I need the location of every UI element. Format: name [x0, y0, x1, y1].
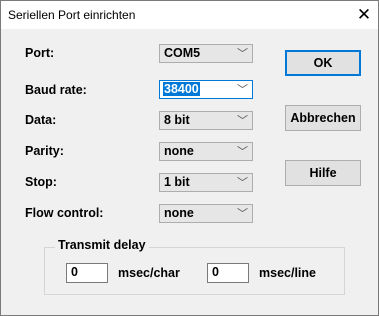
stop-bits-select[interactable]: 1 bit ﹀ — [159, 173, 253, 192]
chevron-down-icon: ﹀ — [237, 177, 248, 189]
chevron-down-icon: ﹀ — [237, 146, 248, 158]
data-bits-label: Data: — [25, 113, 57, 127]
baud-rate-value: 38400 — [163, 82, 200, 96]
stop-bits-label: Stop: — [25, 175, 57, 189]
serial-port-dialog: Seriellen Port einrichten ✕ Port: COM5 ﹀… — [0, 0, 379, 316]
parity-value: none — [164, 144, 194, 158]
title-bar: Seriellen Port einrichten ✕ — [1, 1, 378, 29]
msec-per-char-value: 0 — [71, 265, 78, 279]
chevron-down-icon: ﹀ — [237, 84, 248, 96]
port-select[interactable]: COM5 ﹀ — [159, 44, 253, 63]
data-bits-select[interactable]: 8 bit ﹀ — [159, 111, 253, 130]
msec-per-line-unit: msec/line — [259, 266, 316, 280]
port-value: COM5 — [164, 46, 201, 60]
flow-control-value: none — [164, 206, 194, 220]
parity-select[interactable]: none ﹀ — [159, 142, 253, 161]
port-label: Port: — [25, 46, 55, 60]
flow-control-label: Flow control: — [25, 206, 104, 220]
baud-rate-select[interactable]: 38400 ﹀ — [159, 80, 253, 99]
data-bits-value: 8 bit — [164, 113, 190, 127]
baud-rate-label: Baud rate: — [25, 83, 87, 97]
window-title: Seriellen Port einrichten — [8, 8, 136, 22]
chevron-down-icon: ﹀ — [237, 208, 248, 220]
cancel-button[interactable]: Abbrechen — [285, 105, 361, 131]
chevron-down-icon: ﹀ — [237, 48, 248, 60]
parity-label: Parity: — [25, 144, 64, 158]
msec-per-line-value: 0 — [212, 265, 219, 279]
close-button[interactable]: ✕ — [350, 1, 378, 29]
msec-per-char-input[interactable]: 0 — [66, 263, 108, 283]
transmit-delay-title: Transmit delay — [55, 238, 149, 252]
help-button[interactable]: Hilfe — [285, 160, 361, 186]
ok-button[interactable]: OK — [285, 50, 361, 76]
flow-control-select[interactable]: none ﹀ — [159, 204, 253, 223]
msec-per-char-unit: msec/char — [118, 266, 180, 280]
stop-bits-value: 1 bit — [164, 175, 190, 189]
msec-per-line-input[interactable]: 0 — [207, 263, 249, 283]
chevron-down-icon: ﹀ — [237, 115, 248, 127]
close-icon: ✕ — [356, 5, 372, 24]
